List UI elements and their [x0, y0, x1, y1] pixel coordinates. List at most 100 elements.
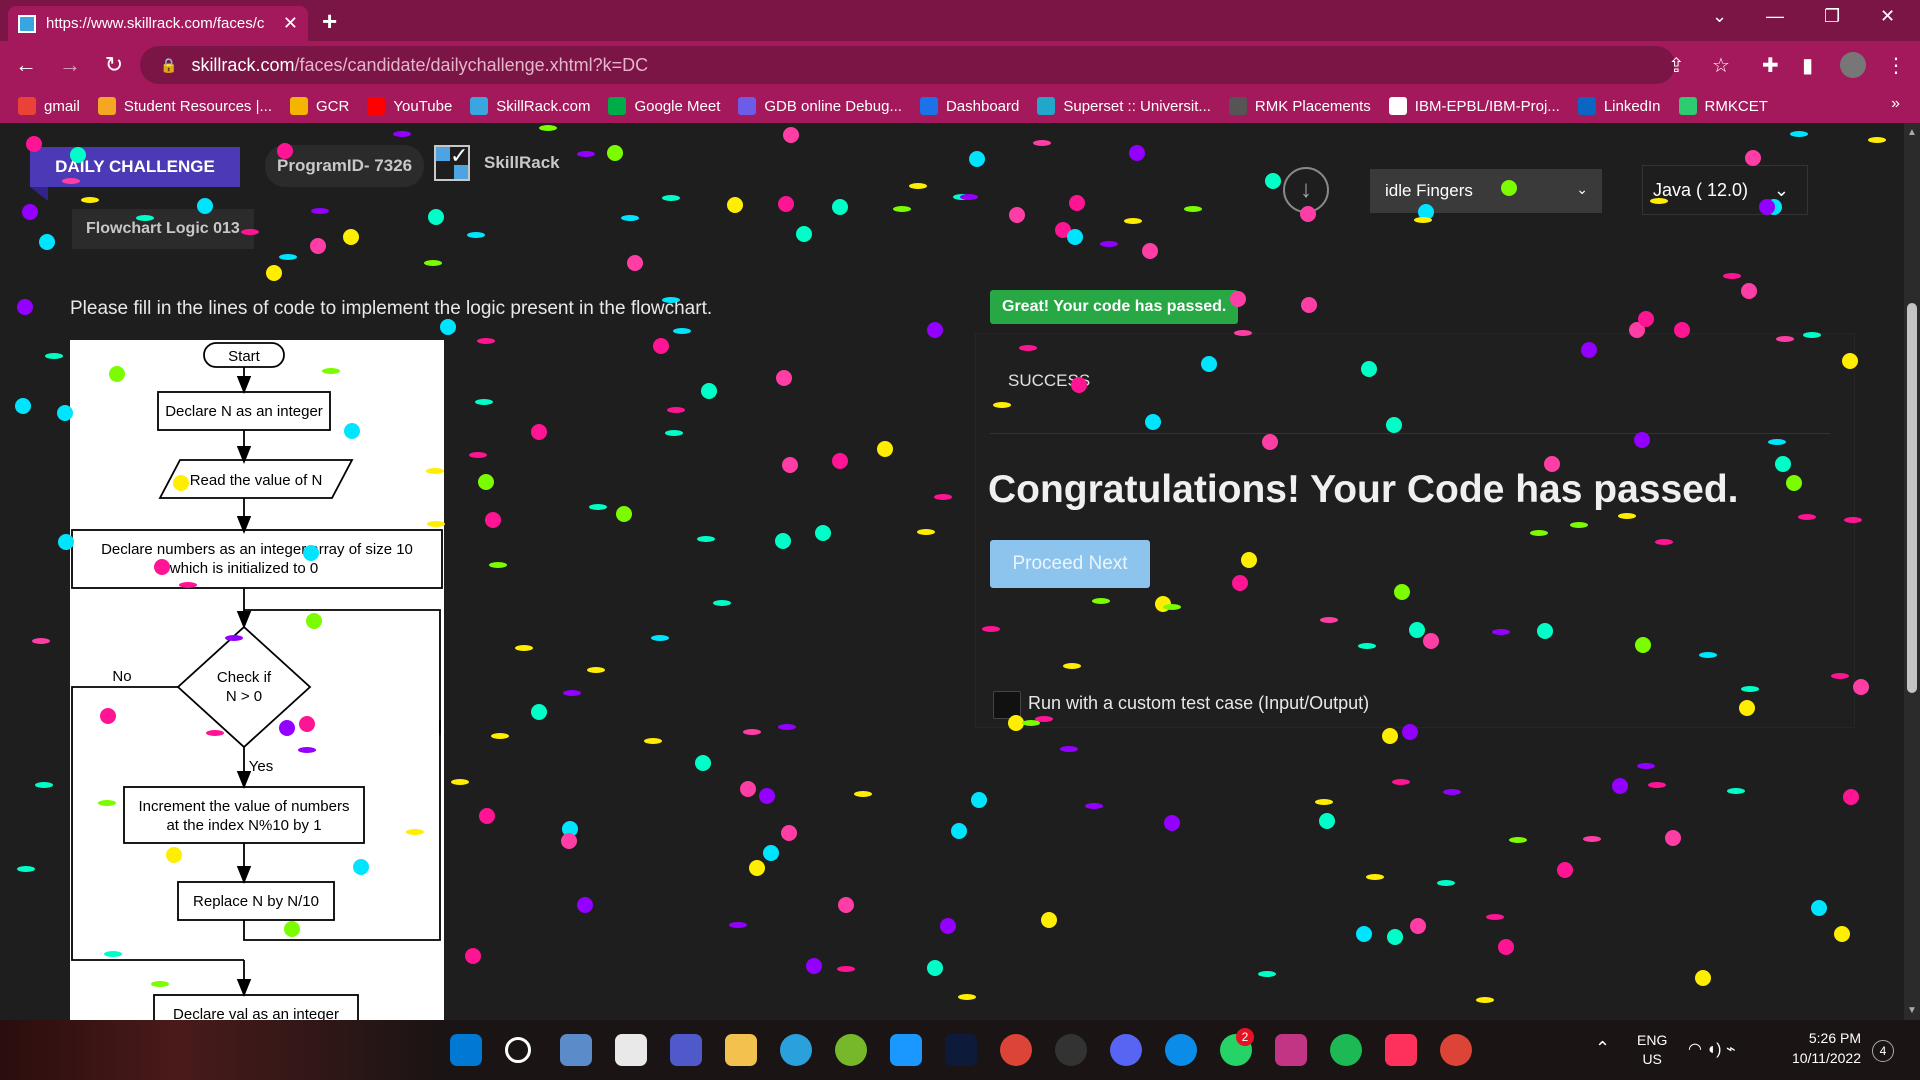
confetti-piece: [759, 788, 775, 804]
confetti-piece: [1234, 330, 1252, 336]
bookmark-star-icon[interactable]: ☆: [1712, 41, 1730, 89]
confetti-piece: [344, 423, 360, 439]
restore-button[interactable]: ❐: [1824, 6, 1840, 27]
confetti-piece: [1060, 746, 1078, 752]
confetti-piece: [607, 145, 623, 161]
confetti-piece: [1241, 552, 1257, 568]
confetti-piece: [1100, 241, 1118, 247]
confetti-piece: [1634, 432, 1650, 448]
confetti-piece: [1008, 715, 1024, 731]
telegram-icon[interactable]: [780, 1034, 812, 1066]
photos-icon[interactable]: [560, 1034, 592, 1066]
confetti-piece: [653, 338, 669, 354]
confetti-piece: [22, 204, 38, 220]
bookmark-label: LinkedIn: [1603, 97, 1661, 115]
bookmark-item[interactable]: Student Resources |...: [97, 97, 272, 115]
confetti-piece: [1498, 939, 1514, 955]
tab-search-icon[interactable]: ⌄: [1712, 6, 1727, 27]
lock-icon[interactable]: 🔒: [160, 57, 177, 74]
confetti-piece: [1409, 622, 1425, 638]
bookmark-item[interactable]: LinkedIn: [1577, 97, 1661, 115]
confetti-piece: [1085, 803, 1103, 809]
confetti-piece: [1537, 623, 1553, 639]
bookmark-item[interactable]: GDB online Debug...: [738, 97, 902, 115]
bookmark-item[interactable]: gmail: [18, 97, 80, 115]
notification-badge[interactable]: 4: [1872, 1040, 1894, 1062]
share-icon[interactable]: ⇪: [1668, 41, 1685, 89]
utorrent-icon[interactable]: [835, 1034, 867, 1066]
disney-hotstar-icon[interactable]: [945, 1034, 977, 1066]
discord-icon[interactable]: [1110, 1034, 1142, 1066]
confetti-piece: [206, 730, 224, 736]
confetti-piece: [1423, 633, 1439, 649]
confetti-piece: [1184, 206, 1202, 212]
rmkcet-icon: [1678, 97, 1697, 115]
confetti-piece: [1650, 198, 1668, 204]
scroll-up-icon[interactable]: ▲: [1907, 127, 1917, 138]
chrome-icon[interactable]: [1000, 1034, 1032, 1066]
confetti-piece: [993, 402, 1011, 408]
confetti-piece: [1319, 813, 1335, 829]
confetti-piece: [1033, 140, 1051, 146]
scrollbar-thumb[interactable]: [1907, 303, 1917, 693]
tab-strip: https://www.skillrack.com/faces/c ✕ + ⌄ …: [0, 0, 1920, 41]
confetti-piece: [406, 829, 424, 835]
tray-chevron-icon[interactable]: ⌃: [1595, 1038, 1627, 1070]
teams-icon[interactable]: [670, 1034, 702, 1066]
bookmark-item[interactable]: IBM-EPBL/IBM-Proj...: [1388, 97, 1560, 115]
extensions-icon[interactable]: ✚: [1762, 41, 1779, 89]
wifi-volume-battery-icons[interactable]: ◠ ◖) ⌁: [1688, 1039, 1768, 1071]
bookmark-item[interactable]: Google Meet: [608, 97, 720, 115]
confetti-piece: [917, 529, 935, 535]
bookmark-item[interactable]: GCR: [290, 97, 349, 115]
bookmark-item[interactable]: Dashboard: [919, 97, 1019, 115]
dashboard-icon: [919, 97, 938, 115]
confetti-piece: [1320, 617, 1338, 623]
confetti-piece: [475, 399, 493, 405]
search-icon[interactable]: [505, 1037, 531, 1063]
profile-avatar[interactable]: [1840, 41, 1866, 89]
close-window-button[interactable]: ✕: [1880, 6, 1895, 27]
tab-title: https://www.skillrack.com/faces/c: [46, 15, 265, 32]
scroll-down-icon[interactable]: ▼: [1907, 1005, 1917, 1016]
minimize-button[interactable]: —: [1766, 6, 1784, 27]
page-scrollbar[interactable]: ▲ ▼: [1904, 123, 1920, 1020]
confetti-piece: [428, 209, 444, 225]
confetti-piece: [1387, 929, 1403, 945]
bookmarks-overflow-icon[interactable]: »: [1891, 95, 1900, 113]
bookmark-item[interactable]: Superset :: Universit...: [1037, 97, 1211, 115]
bookmark-item[interactable]: YouTube: [367, 97, 452, 115]
intellij-icon[interactable]: [1385, 1034, 1417, 1066]
spotify-icon[interactable]: [1330, 1034, 1362, 1066]
side-panel-icon[interactable]: ▮: [1802, 41, 1813, 89]
input-language[interactable]: ENG US: [1637, 1032, 1667, 1067]
close-tab-icon[interactable]: ✕: [283, 13, 298, 34]
confetti-piece: [98, 800, 116, 806]
back-icon[interactable]: ←: [8, 52, 44, 78]
file-explorer-icon[interactable]: [725, 1034, 757, 1066]
confetti-piece: [39, 234, 55, 250]
instagram-icon[interactable]: [1275, 1034, 1307, 1066]
start-icon[interactable]: [450, 1034, 482, 1066]
edge-icon[interactable]: [1165, 1034, 1197, 1066]
bookmark-item[interactable]: SkillRack.com: [470, 97, 590, 115]
confetti-piece: [713, 600, 731, 606]
prime-video-icon[interactable]: [890, 1034, 922, 1066]
confetti-piece: [306, 613, 322, 629]
chrome-active-icon[interactable]: [1440, 1034, 1472, 1066]
reload-icon[interactable]: ↻: [96, 52, 132, 78]
alienware-icon[interactable]: [1055, 1034, 1087, 1066]
forward-icon[interactable]: →: [52, 52, 88, 78]
url-bar[interactable]: 🔒 skillrack.com/faces/candidate/dailycha…: [140, 46, 1675, 84]
store-icon[interactable]: [615, 1034, 647, 1066]
confetti-piece: [166, 847, 182, 863]
confetti-piece: [729, 922, 747, 928]
confetti-piece: [1853, 679, 1869, 695]
browser-tab[interactable]: https://www.skillrack.com/faces/c ✕: [8, 6, 308, 41]
bookmark-item[interactable]: RMKCET: [1678, 97, 1768, 115]
new-tab-button[interactable]: +: [322, 6, 337, 37]
confetti-piece: [667, 407, 685, 413]
clock[interactable]: 5:26 PM 10/11/2022: [1781, 1030, 1861, 1066]
menu-kebab-icon[interactable]: ⋮: [1886, 41, 1906, 89]
bookmark-item[interactable]: RMK Placements: [1228, 97, 1371, 115]
